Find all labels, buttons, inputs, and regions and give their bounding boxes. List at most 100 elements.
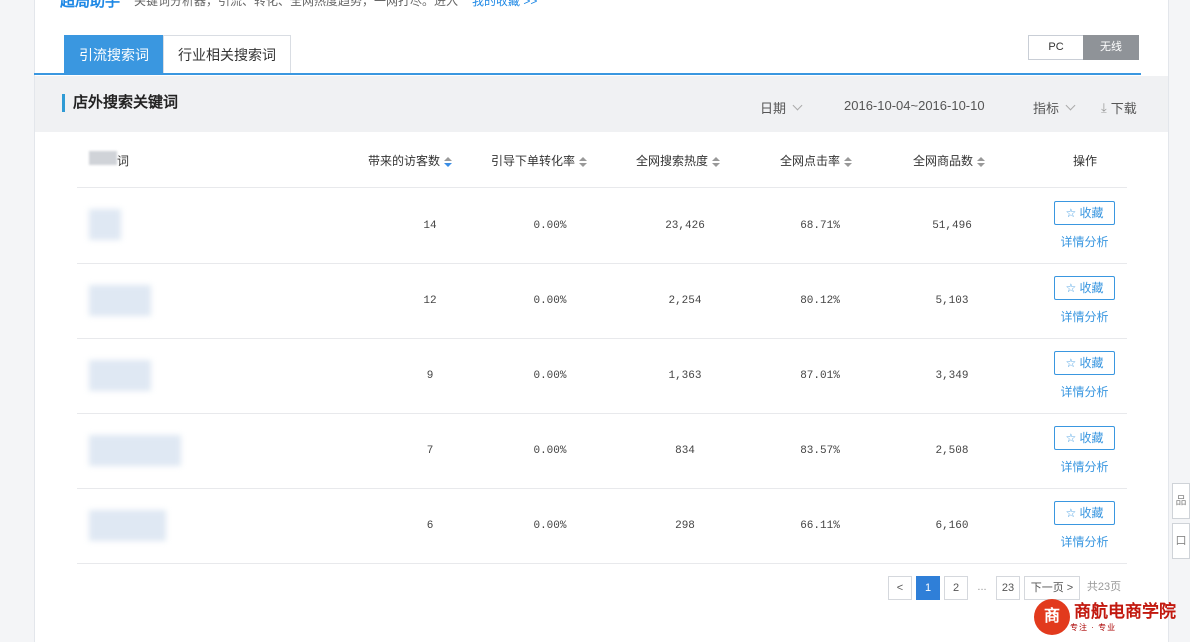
divider (77, 488, 1127, 489)
col-action-header: 操作 (1073, 154, 1098, 168)
divider (77, 187, 1127, 188)
favorite-button[interactable]: ☆ 收藏 (1054, 276, 1115, 300)
col-keyword-header: 词 (117, 154, 130, 168)
page-button-2[interactable]: 2 (944, 576, 968, 600)
cell-visitors: 14 (423, 220, 437, 232)
col-products-header[interactable]: 全网商品数 (913, 152, 986, 169)
favorite-button[interactable]: ☆ 收藏 (1054, 426, 1115, 450)
redacted-header (89, 151, 117, 165)
cell-products: 6,160 (935, 520, 969, 532)
redacted-keyword (89, 209, 121, 240)
redacted-keyword (89, 285, 151, 316)
col-search-heat-label: 全网搜索热度 (636, 154, 709, 168)
cell-ctr: 66.11% (800, 520, 840, 532)
tab-industry-keywords[interactable]: 行业相关搜索词 (163, 35, 291, 73)
watermark-logo: 商 (1034, 599, 1070, 635)
watermark: 商 商航电商学院 专注 · 专业 (1034, 594, 1190, 640)
redacted-keyword (89, 435, 181, 466)
tab-underline (34, 73, 1141, 75)
prev-page-button[interactable]: < (888, 576, 912, 600)
detail-analysis-link[interactable]: 详情分析 (1054, 458, 1115, 475)
tab-traffic-keywords[interactable]: 引流搜索词 (64, 35, 164, 73)
cell-conversion: 0.00% (533, 520, 567, 532)
metrics-filter[interactable]: 指标 (1033, 98, 1078, 117)
cell-ctr: 68.71% (800, 220, 840, 232)
divider (77, 338, 1127, 339)
device-toggle: PC 无线 (1028, 35, 1139, 60)
col-ctr-label: 全网点击率 (780, 154, 841, 168)
favorite-button[interactable]: ☆ 收藏 (1054, 501, 1115, 525)
watermark-text: 商航电商学院 (1074, 601, 1176, 622)
col-conversion-header[interactable]: 引导下单转化率 (491, 152, 588, 169)
keyword-tabs: 引流搜索词 行业相关搜索词 (64, 35, 291, 73)
sort-icon (444, 156, 453, 167)
cell-conversion: 0.00% (533, 370, 567, 382)
cell-search-heat: 1,363 (668, 370, 702, 382)
chevron-down-icon (1065, 100, 1076, 111)
col-conversion-label: 引导下单转化率 (491, 154, 576, 168)
side-tool-feedback-icon[interactable]: 口 (1172, 523, 1190, 559)
cell-search-heat: 834 (675, 445, 695, 457)
download-label: 下载 (1110, 101, 1137, 116)
side-toolbar: 品 口 (1172, 483, 1190, 563)
cell-search-heat: 23,426 (665, 220, 705, 232)
download-button[interactable]: ⤓ 下载 (1101, 98, 1137, 117)
cell-ctr: 83.57% (800, 445, 840, 457)
page-ellipsis: ... (972, 576, 992, 600)
tagline-text: 关键词分析器，引流、转化、全网热度趋势，一网打尽。进入 (134, 0, 459, 8)
brand-title: 超局助手 (60, 0, 121, 10)
cell-products: 3,349 (935, 370, 969, 382)
cell-products: 5,103 (935, 295, 969, 307)
watermark-text-block: 商航电商学院 专注 · 专业 (1070, 602, 1176, 633)
cell-visitors: 9 (426, 370, 434, 382)
cell-products: 51,496 (932, 220, 972, 232)
cell-visitors: 12 (423, 295, 437, 307)
col-visitors-label: 带来的访客数 (368, 154, 441, 168)
date-filter-label: 日期 (760, 101, 787, 116)
cell-products: 2,508 (935, 445, 969, 457)
page-button-23[interactable]: 23 (996, 576, 1020, 600)
device-pc-button[interactable]: PC (1028, 35, 1084, 60)
detail-analysis-link[interactable]: 详情分析 (1054, 533, 1115, 550)
detail-analysis-link[interactable]: 详情分析 (1054, 233, 1115, 250)
favorite-button[interactable]: ☆ 收藏 (1054, 351, 1115, 375)
section-header: 店外搜索关键词 日期 2016-10-04~2016-10-10 指标 ⤓ 下载 (35, 76, 1168, 132)
col-search-heat-header[interactable]: 全网搜索热度 (636, 152, 721, 169)
cell-ctr: 87.01% (800, 370, 840, 382)
cell-visitors: 7 (426, 445, 434, 457)
redacted-keyword (89, 360, 151, 391)
cell-ctr: 80.12% (800, 295, 840, 307)
metrics-filter-label: 指标 (1033, 101, 1060, 116)
date-filter[interactable]: 日期 (760, 98, 805, 117)
watermark-subtext: 专注 · 专业 (1070, 622, 1117, 632)
page-button-1[interactable]: 1 (916, 576, 940, 600)
col-ctr-header[interactable]: 全网点击率 (780, 152, 853, 169)
divider (77, 263, 1127, 264)
col-products-label: 全网商品数 (913, 154, 974, 168)
section-title: 店外搜索关键词 (62, 94, 178, 112)
sort-icon (844, 156, 853, 167)
sort-icon (977, 156, 986, 167)
side-tool-qr-icon[interactable]: 品 (1172, 483, 1190, 519)
top-tagline: 超局助手 关键词分析器，引流、转化、全网热度趋势，一网打尽。进入 我的收藏 >> (60, 0, 537, 10)
download-icon: ⤓ (1101, 99, 1107, 115)
divider (77, 413, 1127, 414)
cell-conversion: 0.00% (533, 220, 567, 232)
cell-conversion: 0.00% (533, 445, 567, 457)
cell-conversion: 0.00% (533, 295, 567, 307)
favorites-link[interactable]: 我的收藏 >> (472, 0, 537, 9)
cell-search-heat: 298 (675, 520, 695, 532)
sort-icon (712, 156, 721, 167)
favorite-button[interactable]: ☆ 收藏 (1054, 201, 1115, 225)
sort-icon (579, 156, 588, 167)
divider (77, 563, 1127, 564)
detail-analysis-link[interactable]: 详情分析 (1054, 308, 1115, 325)
cell-search-heat: 2,254 (668, 295, 702, 307)
col-visitors-header[interactable]: 带来的访客数 (368, 152, 453, 169)
date-range: 2016-10-04~2016-10-10 (844, 98, 985, 113)
redacted-keyword (89, 510, 166, 541)
cell-visitors: 6 (426, 520, 434, 532)
detail-analysis-link[interactable]: 详情分析 (1054, 383, 1115, 400)
device-mobile-button[interactable]: 无线 (1083, 35, 1139, 60)
chevron-down-icon (792, 100, 803, 111)
